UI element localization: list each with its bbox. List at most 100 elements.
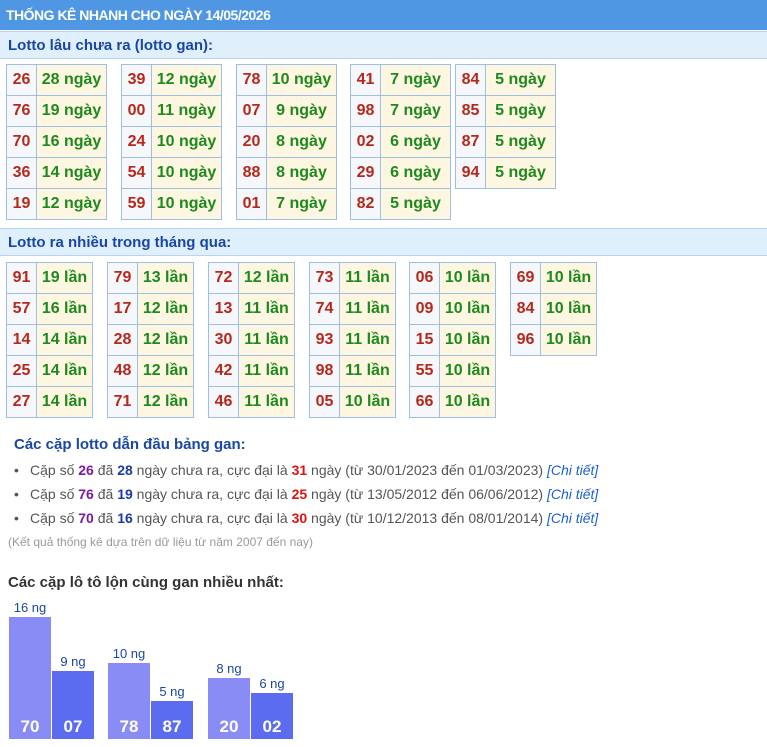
table-row: 55 10 lần bbox=[409, 355, 496, 387]
text: Cặp số bbox=[30, 462, 79, 478]
nhieu-number: 57 bbox=[6, 293, 37, 325]
chart-bar: 20 bbox=[208, 678, 250, 739]
gan-count: 19 ngày bbox=[36, 95, 107, 127]
table-row: 29 6 ngày bbox=[350, 157, 451, 189]
table-row: 84 5 ngày bbox=[455, 64, 556, 96]
nhieu-count: 11 lần bbox=[339, 324, 396, 356]
nhieu-number: 17 bbox=[107, 293, 138, 325]
gan-count: 10 ngày bbox=[151, 126, 222, 158]
nhieu-number: 71 bbox=[107, 386, 138, 418]
gan-count: 9 ngày bbox=[266, 95, 337, 127]
text: ngày (từ 13/05/2012 đến 06/06/2012) bbox=[307, 486, 547, 502]
table-row: 28 12 lần bbox=[107, 324, 194, 356]
table-row: 09 10 lần bbox=[409, 293, 496, 325]
nhieu-number: 69 bbox=[510, 262, 541, 294]
gan-number: 54 bbox=[121, 157, 152, 189]
table-row: 06 10 lần bbox=[409, 262, 496, 294]
gan-number: 39 bbox=[121, 64, 152, 96]
max-days: 30 bbox=[291, 510, 308, 526]
pair-number: 70 bbox=[78, 510, 94, 526]
gan-count: 5 ngày bbox=[485, 95, 556, 127]
nhieu-count: 12 lần bbox=[137, 386, 194, 418]
pair-number: 76 bbox=[78, 486, 94, 502]
table-row: 79 13 lần bbox=[107, 262, 194, 294]
gan-number: 82 bbox=[350, 188, 381, 220]
table-row: 48 12 lần bbox=[107, 355, 194, 387]
nhieu-count: 10 lần bbox=[540, 293, 597, 325]
gan-number: 19 bbox=[6, 188, 37, 220]
chart-bar: 02 bbox=[251, 693, 293, 739]
nhieu-number: 13 bbox=[208, 293, 239, 325]
gan-number: 87 bbox=[455, 126, 486, 158]
detail-link[interactable]: [Chi tiết] bbox=[547, 462, 598, 478]
nhieu-number: 06 bbox=[409, 262, 440, 294]
detail-link[interactable]: [Chi tiết] bbox=[547, 486, 598, 502]
nhieu-number: 42 bbox=[208, 355, 239, 387]
max-days: 25 bbox=[291, 486, 308, 502]
table-row: 54 10 ngày bbox=[121, 157, 222, 189]
table-row: 84 10 lần bbox=[510, 293, 597, 325]
table-row: 76 19 ngày bbox=[6, 95, 107, 127]
nhieu-number: 25 bbox=[6, 355, 37, 387]
table-row: 27 14 lần bbox=[6, 386, 93, 418]
text: Cặp số bbox=[30, 486, 79, 502]
gan-number: 78 bbox=[236, 64, 267, 96]
bar-value-label: 10 ng bbox=[112, 646, 146, 661]
nhieu-number: 91 bbox=[6, 262, 37, 294]
max-days: 31 bbox=[291, 462, 308, 478]
nhieu-table: 91 19 lần 57 16 lần 14 14 lần 25 14 lần 27 14 lần bbox=[6, 262, 93, 418]
gan-count: 10 ngày bbox=[151, 188, 222, 220]
table-row: 98 11 lần bbox=[309, 355, 396, 387]
gan-count: 7 ngày bbox=[380, 64, 451, 96]
chart-bar: 87 bbox=[151, 701, 193, 739]
pair-number: 26 bbox=[78, 462, 94, 478]
table-row: 85 5 ngày bbox=[455, 95, 556, 127]
gan-table: 78 10 ngày 07 9 ngày 20 8 ngày 88 8 ngày 01 7 ngà… bbox=[236, 64, 337, 220]
nhieu-number: 84 bbox=[510, 293, 541, 325]
bar-number-label: 02 bbox=[262, 716, 282, 736]
table-row: 73 11 lần bbox=[309, 262, 396, 294]
chart-bar: 78 bbox=[108, 663, 150, 739]
nhieu-count: 11 lần bbox=[238, 386, 295, 418]
table-row: 36 14 ngày bbox=[6, 157, 107, 189]
gan-count: 5 ngày bbox=[485, 157, 556, 189]
bullet: • bbox=[14, 462, 19, 478]
gan-number: 85 bbox=[455, 95, 486, 127]
nhieu-count: 10 lần bbox=[339, 386, 396, 418]
bar-number-label: 78 bbox=[119, 717, 139, 736]
nhieu-count: 10 lần bbox=[439, 262, 496, 294]
gan-pairs-list: • Cặp số 26 đã 28 ngày chưa ra, cực đại l… bbox=[14, 460, 598, 532]
table-row: 46 11 lần bbox=[208, 386, 295, 418]
bar-value-label: 16 ng bbox=[13, 600, 47, 616]
table-row: 25 14 lần bbox=[6, 355, 93, 387]
nhieu-number: 27 bbox=[6, 386, 37, 418]
gan-number: 94 bbox=[455, 157, 486, 189]
table-row: 78 10 ngày bbox=[236, 64, 337, 96]
table-row: 39 12 ngày bbox=[121, 64, 222, 96]
bar-value-label: 5 ng bbox=[159, 684, 185, 699]
gan-number: 41 bbox=[350, 64, 381, 96]
nhieu-count: 10 lần bbox=[439, 293, 496, 325]
table-row: 00 11 ngày bbox=[121, 95, 222, 127]
table-row: 82 5 ngày bbox=[350, 188, 451, 220]
nhieu-count: 12 lần bbox=[137, 293, 194, 325]
nhieu-count: 12 lần bbox=[238, 262, 295, 294]
nhieu-count: 19 lần bbox=[36, 262, 93, 294]
table-row: 66 10 lần bbox=[409, 386, 496, 418]
list-item: • Cặp số 70 đã 16 ngày chưa ra, cực đại l… bbox=[14, 508, 598, 532]
table-row: 72 12 lần bbox=[208, 262, 295, 294]
nhieu-number: 46 bbox=[208, 386, 239, 418]
bar-number-label: 87 bbox=[162, 717, 182, 736]
gan-number: 76 bbox=[6, 95, 37, 127]
bar-value-label: 9 ng bbox=[60, 653, 86, 669]
table-row: 88 8 ngày bbox=[236, 157, 337, 189]
text: đã bbox=[93, 462, 118, 478]
nhieu-table: 69 10 lần 84 10 lần 96 10 lần bbox=[510, 262, 597, 356]
table-row: 26 28 ngày bbox=[6, 64, 107, 96]
nhieu-number: 98 bbox=[309, 355, 340, 387]
gan-number: 26 bbox=[6, 64, 37, 96]
detail-link[interactable]: [Chi tiết] bbox=[547, 510, 598, 526]
gan-count: 12 ngày bbox=[36, 188, 107, 220]
chart-bar: 07 bbox=[52, 670, 94, 739]
table-row: 14 14 lần bbox=[6, 324, 93, 356]
